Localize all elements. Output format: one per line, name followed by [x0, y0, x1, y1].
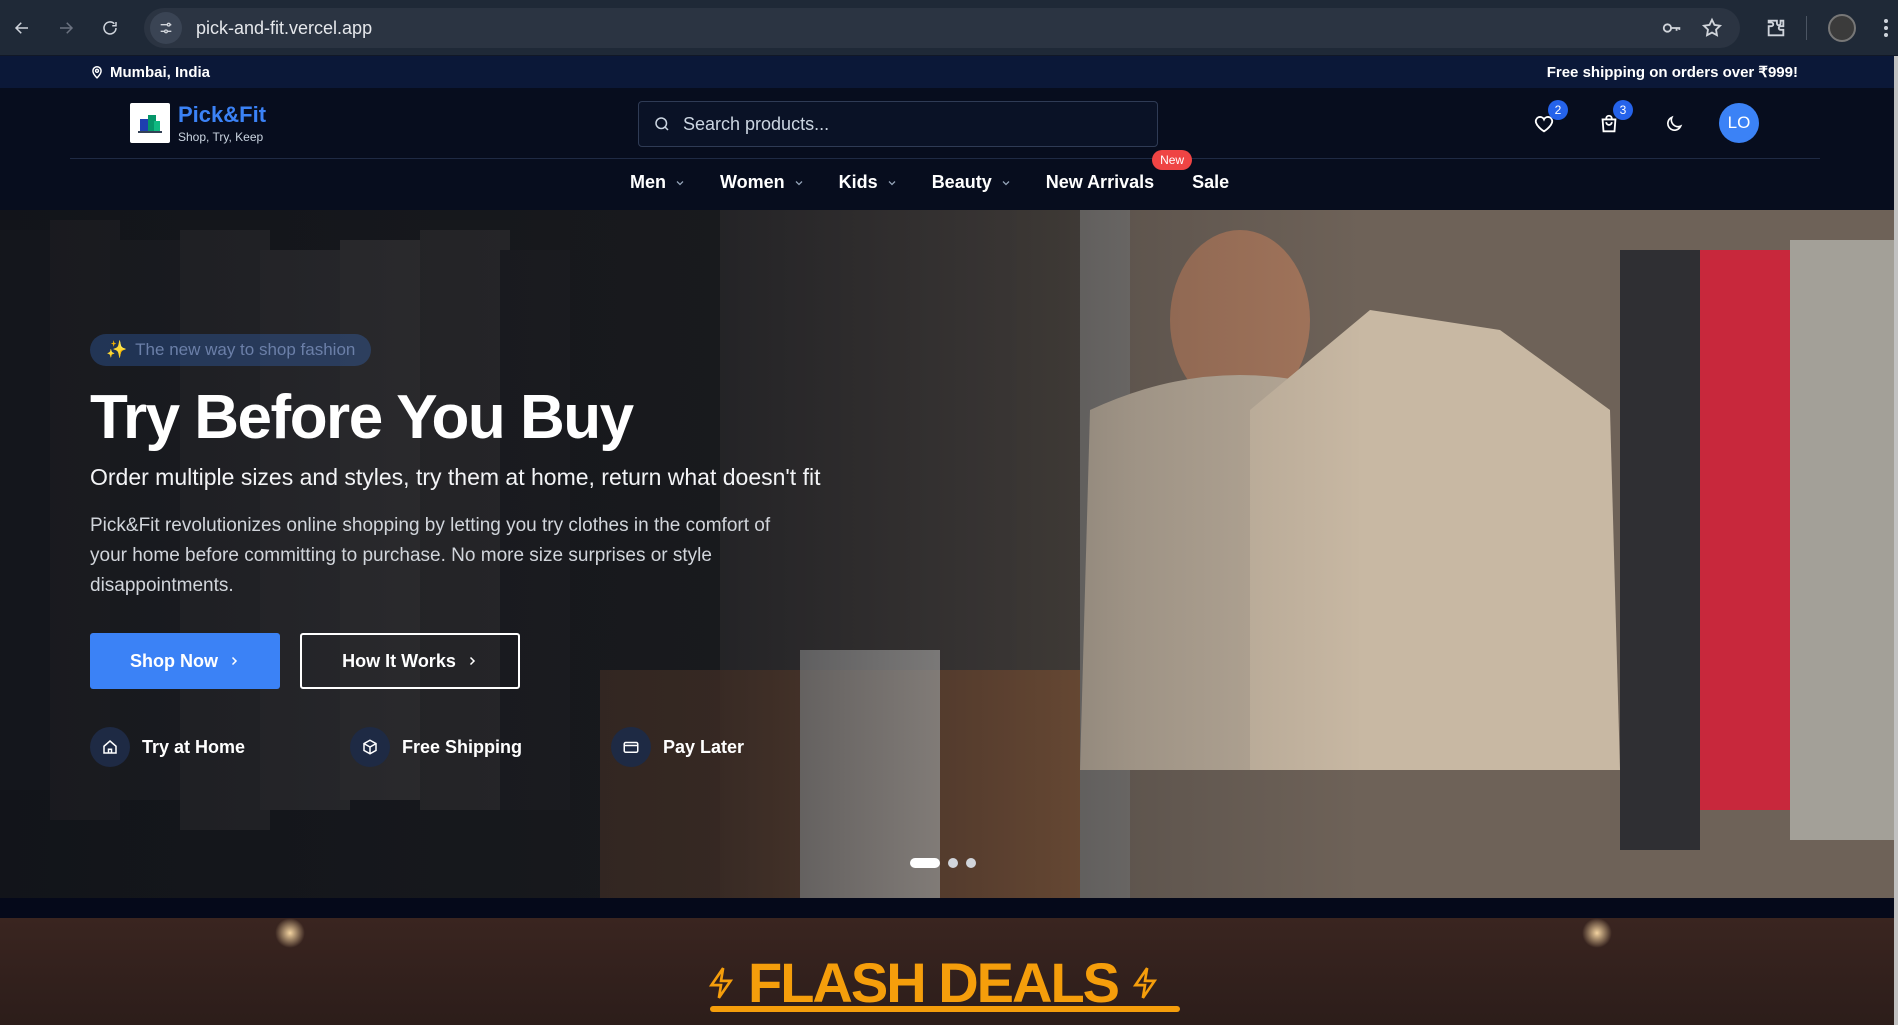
search-input[interactable] [683, 113, 1123, 135]
browser-profile-avatar[interactable] [1828, 14, 1856, 42]
nav-label: Kids [838, 172, 878, 192]
top-info-bar: Mumbai, India Free shipping on orders ov… [0, 56, 1898, 88]
wishlist-count-badge: 2 [1548, 100, 1568, 120]
search-icon [653, 115, 671, 133]
chevron-down-icon [793, 177, 805, 189]
feature-label: Free Shipping [402, 736, 523, 757]
lamp-light [275, 918, 305, 948]
nav-label: Men [630, 172, 666, 192]
carousel-dot-1[interactable] [910, 858, 940, 868]
new-badge: New [1152, 150, 1193, 170]
forward-button[interactable] [52, 14, 80, 42]
sparkles-icon: ✨ [106, 340, 128, 359]
browser-toolbar: pick-and-fit.vercel.app [0, 0, 1898, 56]
nav-label: New Arrivals [1045, 172, 1155, 192]
chevron-down-icon [1000, 177, 1012, 189]
lightning-icon [708, 966, 734, 999]
nav-label: Beauty [931, 172, 992, 192]
hero-banner: ✨ The new way to shop fashion Try Before… [0, 210, 1894, 898]
hero-title: Try Before You Buy [90, 383, 634, 452]
shop-now-label: Shop Now [130, 650, 218, 671]
nav-item-beauty[interactable]: Beauty [932, 172, 1012, 193]
toolbar-divider [1806, 16, 1807, 40]
nav-item-women[interactable]: Women [720, 172, 805, 193]
nav-label: Women [720, 172, 785, 192]
feature-free-shipping: Free Shipping [350, 727, 611, 767]
section-gap [0, 898, 1894, 918]
lamp-light [1582, 918, 1612, 948]
carousel-dots [910, 858, 976, 868]
cart-button[interactable]: 3 [1595, 100, 1633, 138]
brand-tagline: Shop, Try, Keep [178, 130, 264, 144]
arrow-left-icon [14, 22, 28, 34]
nav-item-sale[interactable]: Sale [1192, 172, 1229, 193]
chevron-right-icon [231, 656, 238, 666]
shop-now-button[interactable]: Shop Now [90, 633, 280, 689]
more-menu-icon[interactable] [1876, 14, 1896, 42]
feature-try-at-home: Try at Home [90, 727, 350, 767]
flash-deals-section: FLASH DEALS [0, 918, 1894, 1025]
home-icon [90, 727, 130, 767]
site-info-icon[interactable] [150, 12, 182, 44]
nav-item-new-arrivals[interactable]: New Arrivals New [1045, 150, 1193, 193]
how-it-works-button[interactable]: How It Works [300, 633, 520, 689]
site-header: Pick&Fit Shop, Try, Keep 2 3 LO Men Wome… [0, 88, 1898, 210]
brand-logo[interactable]: Pick&Fit Shop, Try, Keep [130, 102, 266, 144]
header-divider [70, 158, 1820, 159]
main-nav: Men Women Kids Beauty New Arrivals New S… [630, 150, 1229, 193]
hero-pill: ✨ The new way to shop fashion [90, 334, 372, 366]
shipping-note: Free shipping on orders over ₹999! [1546, 64, 1798, 81]
lightning-icon [1132, 966, 1158, 999]
location[interactable]: Mumbai, India [90, 64, 210, 81]
brand-name: Pick&Fit [178, 102, 267, 127]
nav-label: Sale [1192, 172, 1230, 192]
chevron-down-icon [674, 177, 686, 189]
nav-item-kids[interactable]: Kids [839, 172, 898, 193]
search-box[interactable] [638, 101, 1158, 147]
nav-item-men[interactable]: Men [630, 172, 686, 193]
back-button[interactable] [8, 14, 36, 42]
carousel-dot-2[interactable] [948, 858, 958, 868]
hero-pill-text: The new way to shop fashion [135, 340, 356, 359]
cart-count-badge: 3 [1613, 100, 1633, 120]
arrow-right-icon [60, 22, 74, 34]
reload-icon [103, 21, 117, 35]
bookmark-star-icon[interactable] [1700, 16, 1724, 40]
theme-toggle-button[interactable] [1660, 110, 1688, 138]
how-it-works-label: How It Works [342, 650, 456, 671]
feature-label: Try at Home [142, 736, 246, 757]
extensions-icon[interactable] [1762, 14, 1790, 42]
card-icon [611, 727, 651, 767]
wishlist-button[interactable]: 2 [1530, 100, 1568, 138]
password-key-icon[interactable] [1660, 16, 1684, 40]
user-avatar[interactable]: LO [1719, 103, 1759, 143]
logo-mark-icon [130, 103, 170, 143]
feature-pay-later: Pay Later [611, 727, 744, 767]
page-scrollbar[interactable] [1894, 56, 1898, 1025]
hero-subtitle: Order multiple sizes and styles, try the… [90, 464, 821, 490]
address-bar[interactable]: pick-and-fit.vercel.app [144, 8, 1740, 48]
hero-content: ✨ The new way to shop fashion Try Before… [90, 334, 890, 767]
url-text: pick-and-fit.vercel.app [196, 17, 373, 38]
moon-icon [1667, 115, 1683, 131]
feature-label: Pay Later [663, 736, 745, 757]
package-icon [350, 727, 390, 767]
location-text: Mumbai, India [110, 63, 211, 81]
reload-button[interactable] [96, 14, 124, 42]
chevron-down-icon [886, 177, 898, 189]
flash-deals-underline [710, 1006, 1180, 1012]
chevron-right-icon [469, 656, 475, 666]
map-pin-icon [92, 66, 102, 79]
carousel-dot-3[interactable] [966, 858, 976, 868]
hero-description: Pick&Fit revolutionizes online shopping … [90, 515, 771, 596]
